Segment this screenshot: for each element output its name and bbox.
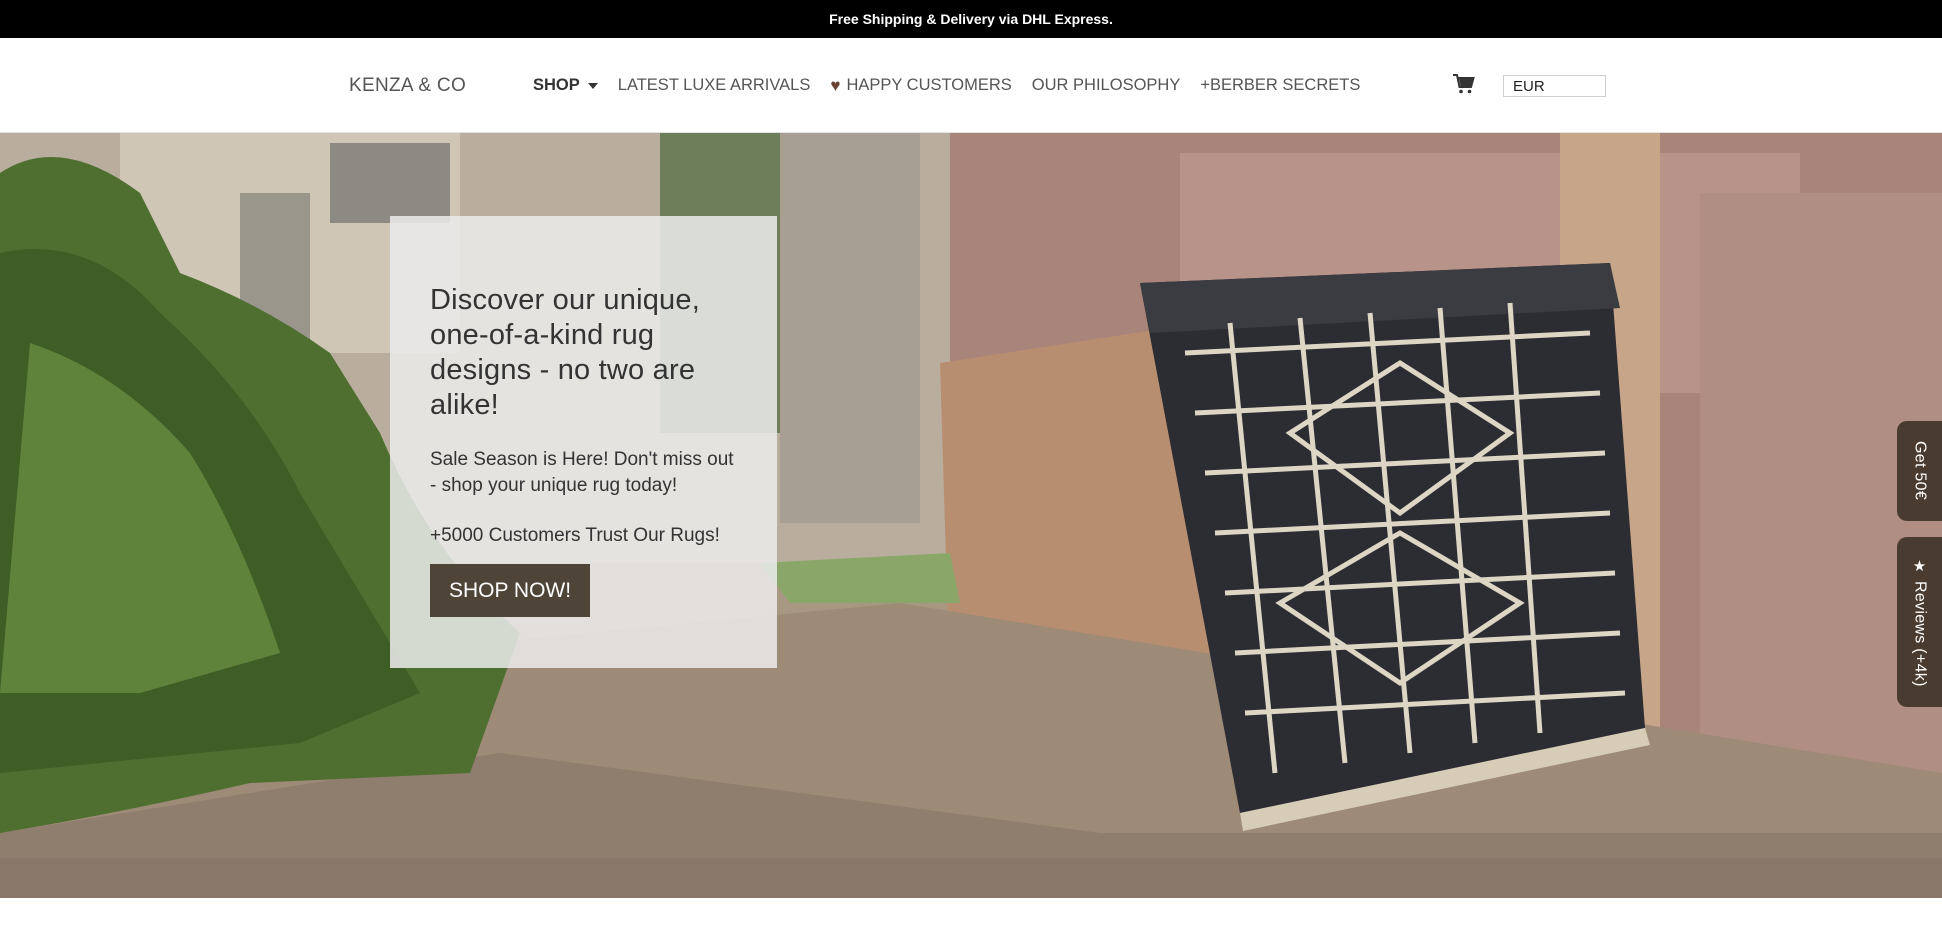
main-nav: SHOP LATEST LUXE ARRIVALS ♥ HAPPY CUSTOM… — [533, 38, 1380, 133]
nav-latest-luxe-arrivals[interactable]: LATEST LUXE ARRIVALS — [618, 76, 811, 95]
hero-title: Discover our unique, one-of-a-kind rug d… — [430, 284, 700, 421]
logo[interactable]: KENZA & CO — [349, 38, 466, 133]
chevron-down-icon — [587, 82, 598, 89]
nav-philosophy-label: OUR PHILOSOPHY — [1031, 76, 1181, 94]
hero-subtitle: Sale Season is Here! Don't miss out - sh… — [430, 449, 734, 496]
hero-image — [0, 133, 1942, 898]
currency-value: EUR — [1513, 77, 1545, 95]
nav-happy-customers[interactable]: ♥ HAPPY CUSTOMERS — [830, 76, 1011, 95]
nav-our-philosophy[interactable]: OUR PHILOSOPHY — [1032, 76, 1181, 95]
hero-trust-text: +5000 Customers Trust Our Rugs! — [430, 525, 720, 546]
reviews-tab[interactable]: ★ Reviews (+4k) — [1897, 537, 1942, 707]
announcement-text: Free Shipping & Delivery via DHL Express… — [829, 11, 1113, 27]
nav-latest-label: LATEST LUXE ARRIVALS — [617, 76, 811, 94]
star-icon: ★ — [1912, 558, 1927, 576]
hero-banner: Discover our unique, one-of-a-kind rug d… — [0, 133, 1942, 898]
nav-shop[interactable]: SHOP — [533, 76, 598, 95]
nav-shop-label: SHOP — [533, 76, 580, 94]
heart-icon: ♥ — [830, 76, 841, 95]
announcement-bar: Free Shipping & Delivery via DHL Express… — [0, 0, 1942, 38]
nav-berber-secrets[interactable]: +BERBER SECRETS — [1200, 76, 1360, 95]
cart-icon[interactable] — [1452, 72, 1476, 96]
get-discount-label: Get 50€ — [1911, 441, 1929, 501]
reviews-label: Reviews (+4k) — [1911, 581, 1929, 687]
nav-happy-label: HAPPY CUSTOMERS — [846, 76, 1012, 94]
nav-berber-label: +BERBER SECRETS — [1200, 76, 1361, 94]
hero-promo-box: Discover our unique, one-of-a-kind rug d… — [390, 216, 777, 668]
get-discount-tab[interactable]: Get 50€ — [1897, 421, 1942, 521]
site-header: KENZA & CO SHOP LATEST LUXE ARRIVALS ♥ H… — [0, 38, 1942, 133]
shop-now-button[interactable]: SHOP NOW! — [430, 564, 590, 617]
currency-select[interactable]: EUR — [1503, 75, 1606, 97]
